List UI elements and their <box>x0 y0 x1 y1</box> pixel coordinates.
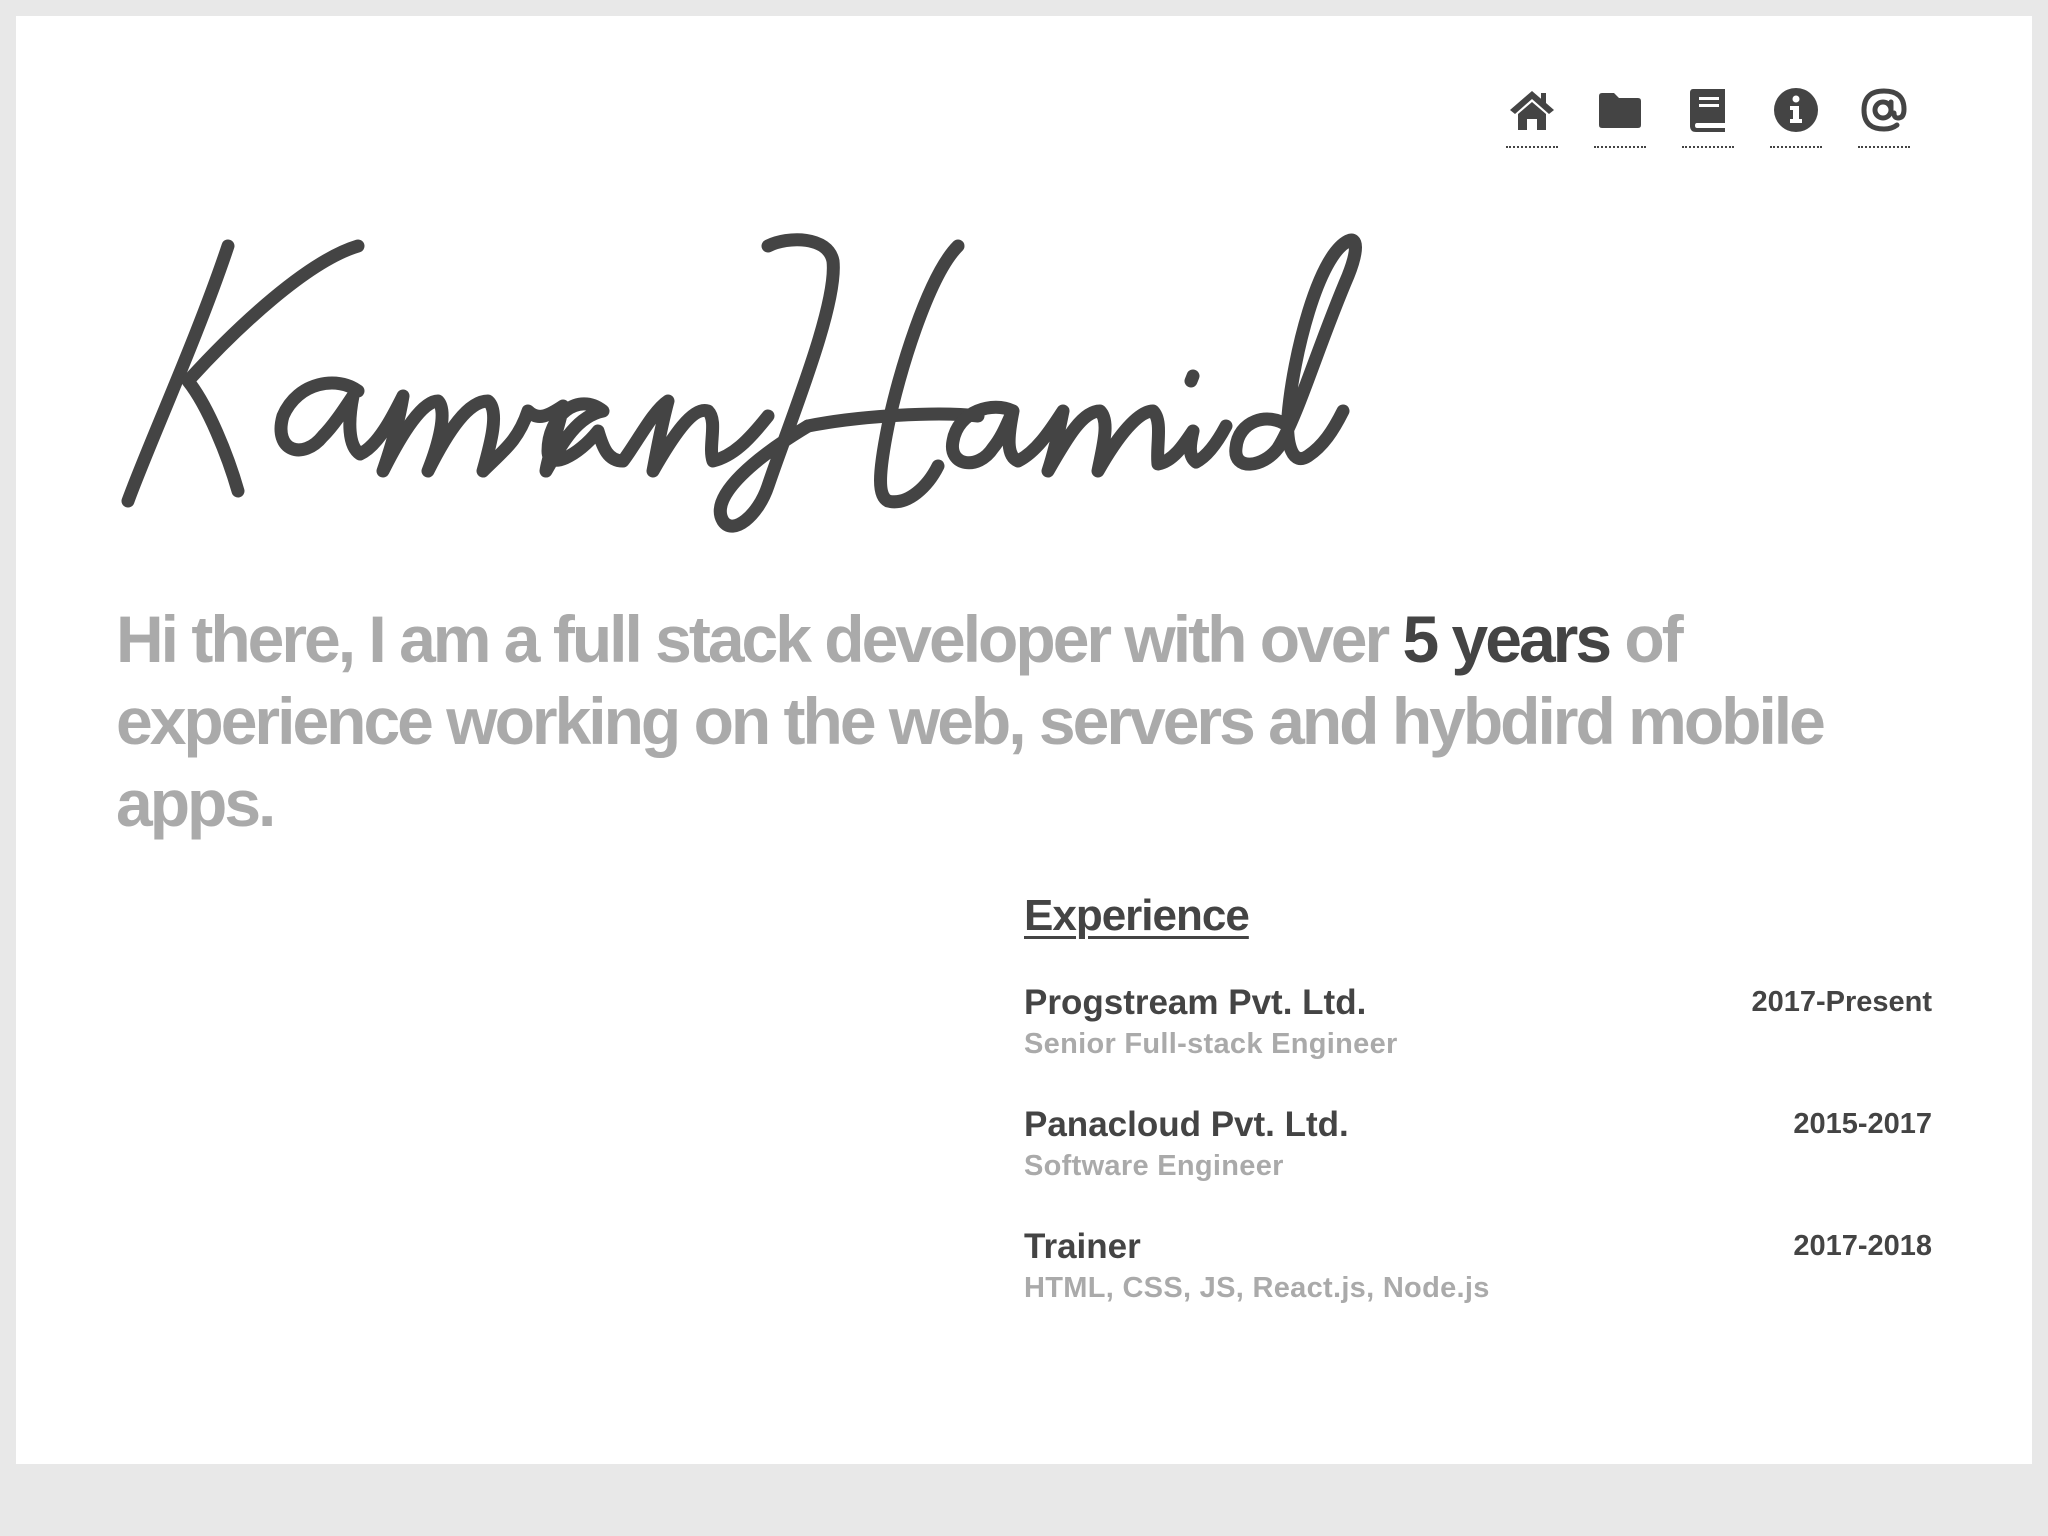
signature-name <box>121 233 1362 533</box>
job-role: HTML, CSS, JS, React.js, Node.js <box>1024 1272 1490 1304</box>
job-role: Senior Full-stack Engineer <box>1024 1028 1398 1060</box>
nav-contact-link[interactable] <box>1858 82 1910 148</box>
at-icon <box>1861 88 1907 132</box>
intro-text: Hi there, I am a full stack developer wi… <box>116 598 1916 844</box>
info-icon <box>1774 88 1818 132</box>
job-dates: 2017-2018 <box>1793 1230 1932 1262</box>
page-card: Hi there, I am a full stack developer wi… <box>16 16 2032 1464</box>
folder-icon <box>1599 93 1641 128</box>
intro-text-start: Hi there, I am a full stack developer wi… <box>116 602 1403 676</box>
experience-item: Progstream Pvt. Ltd. Senior Full-stack E… <box>1024 982 1932 1072</box>
book-icon <box>1690 89 1725 132</box>
job-dates: 2015-2017 <box>1793 1108 1932 1140</box>
nav-blog-link[interactable] <box>1682 82 1734 148</box>
nav-projects-link[interactable] <box>1594 82 1646 148</box>
job-role: Software Engineer <box>1024 1150 1284 1182</box>
experience-heading: Experience <box>1024 891 1250 940</box>
job-dates: 2017-Present <box>1751 986 1932 1018</box>
experience-item: Trainer HTML, CSS, JS, React.js, Node.js… <box>1024 1226 1932 1316</box>
experience-section: Experience Progstream Pvt. Ltd. Senior F… <box>1024 888 1932 1348</box>
home-icon <box>1510 91 1554 130</box>
nav-about-link[interactable] <box>1770 82 1822 148</box>
top-nav <box>1506 82 1910 148</box>
nav-home-link[interactable] <box>1506 82 1558 148</box>
years-highlight: 5 years <box>1402 602 1612 676</box>
experience-item: Panacloud Pvt. Ltd. Software Engineer 20… <box>1024 1104 1932 1194</box>
